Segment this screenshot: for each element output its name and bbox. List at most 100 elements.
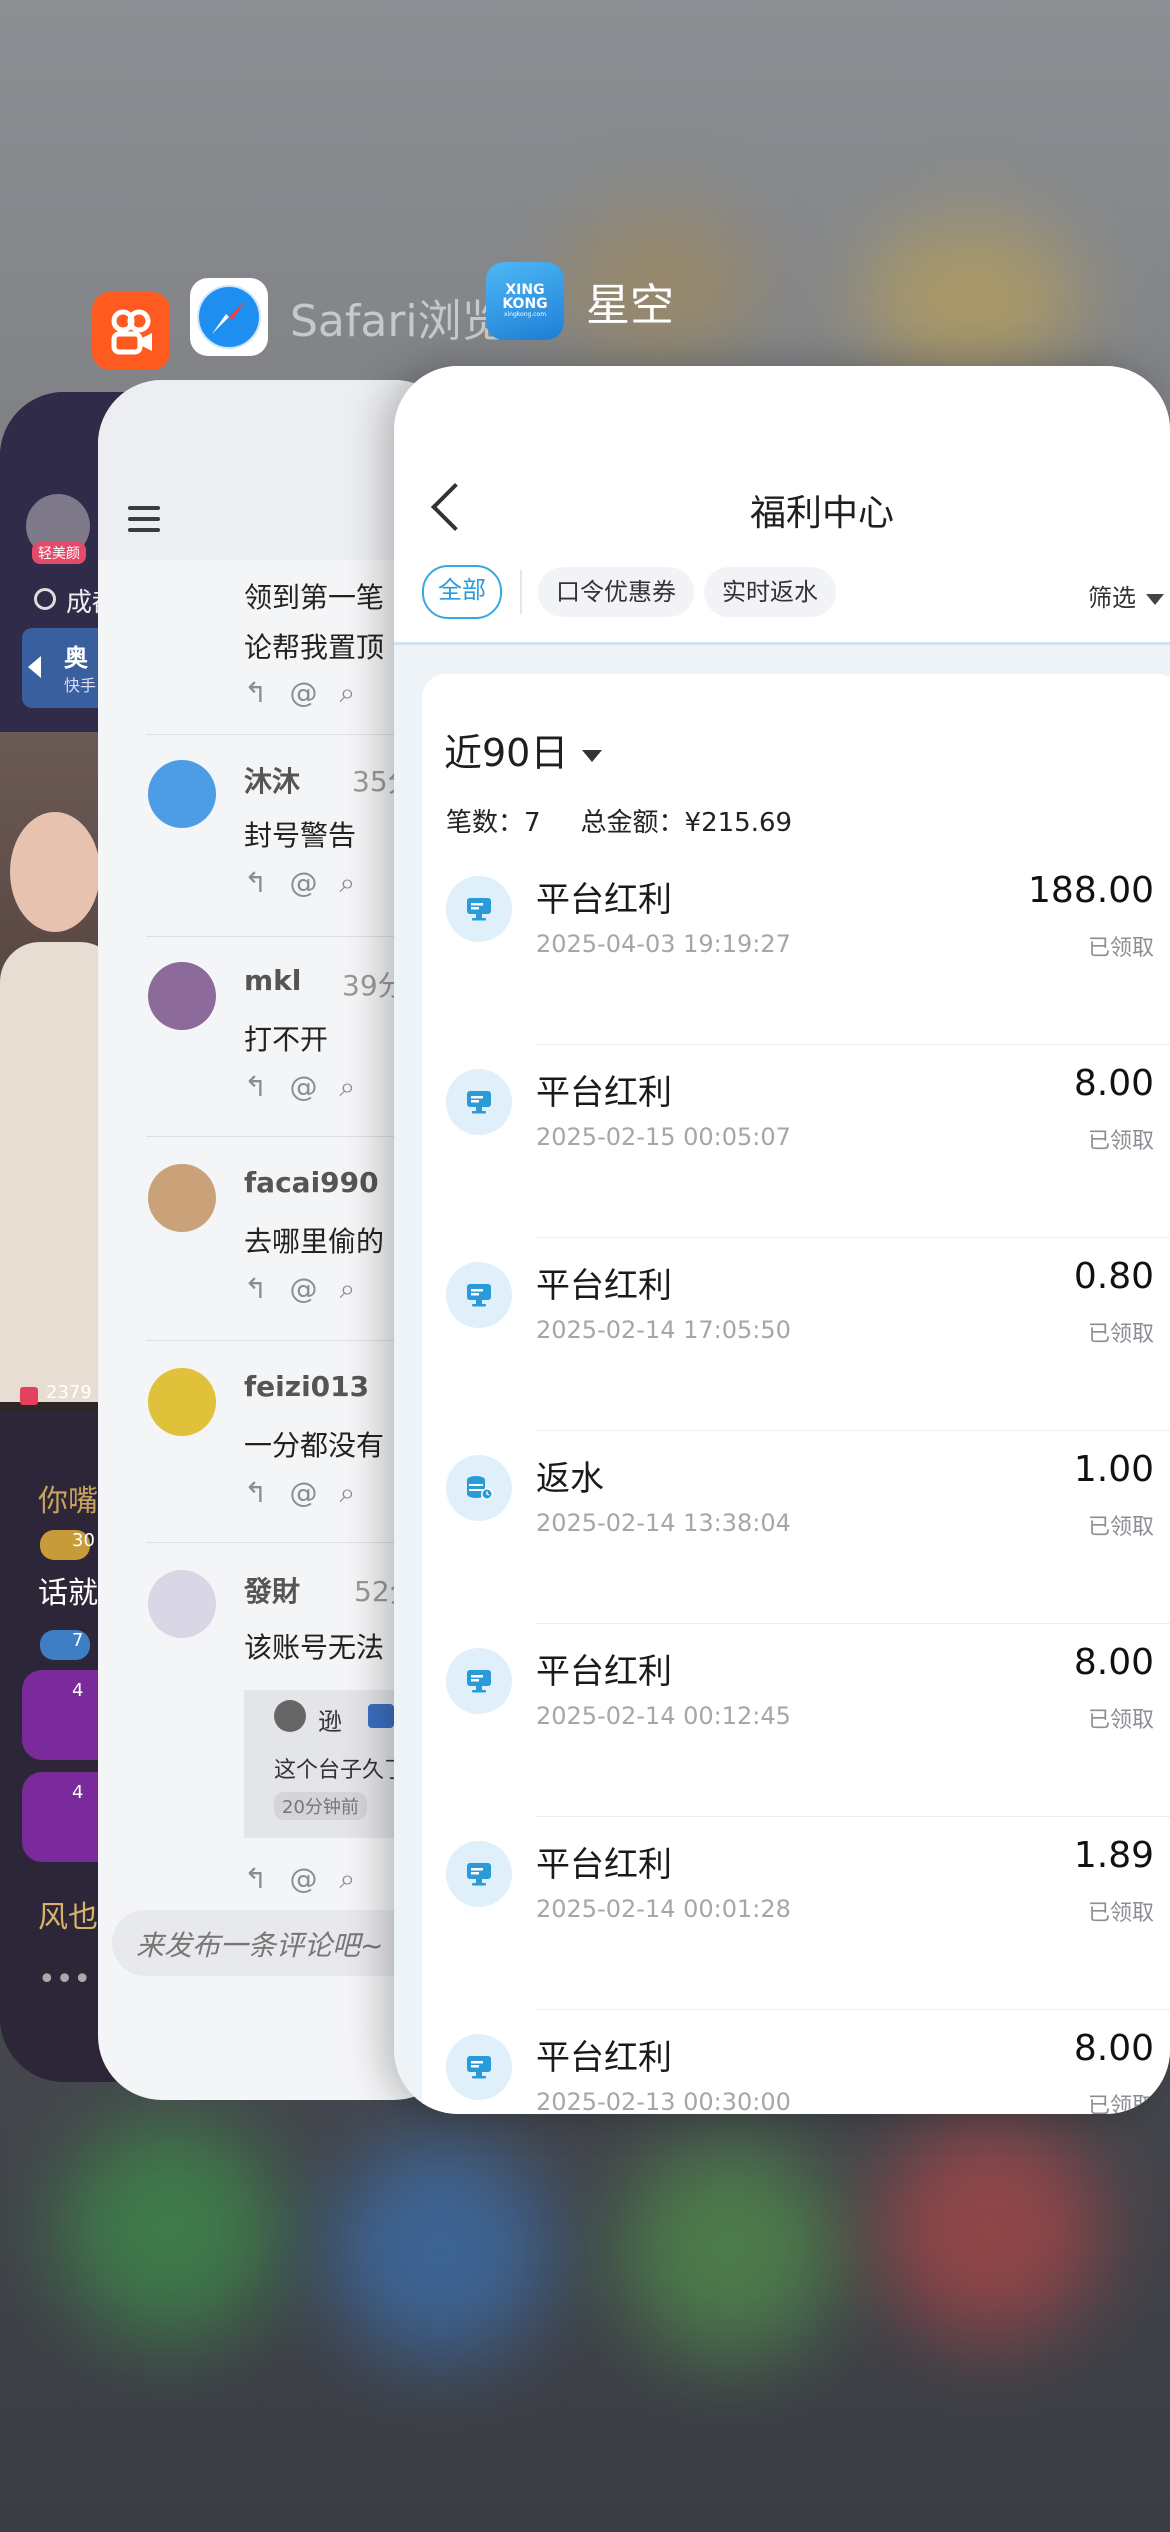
comment-text: 领到第一笔 — [244, 581, 385, 614]
monitor-icon — [446, 2034, 512, 2100]
chevron-left-icon — [28, 656, 41, 678]
play-icon — [368, 1704, 394, 1728]
transaction-amount: 1.89 — [1073, 1835, 1154, 1876]
tab-coupon[interactable]: 口令优惠券 — [538, 567, 694, 617]
period-selector[interactable]: 近90日 — [444, 722, 603, 777]
xingkong-app-label[interactable]: XING KONG xingkong.com 星空 — [486, 262, 674, 340]
transactions-panel: 近90日 笔数：7 总金额：¥215.69 平台红利 2025-04-03 19:1… — [422, 674, 1170, 2114]
badge-count: 4 — [72, 1680, 84, 1701]
comment-username: feizi013 — [244, 1370, 370, 1403]
kuaishou-app-icon — [92, 292, 170, 370]
transaction-amount: 1.00 — [1073, 1449, 1154, 1490]
summary-row: 笔数：7 总金额：¥215.69 — [446, 802, 792, 839]
transaction-amount: 8.00 — [1073, 2028, 1154, 2069]
caret-down-icon — [582, 749, 603, 762]
transaction-row[interactable]: 平台红利 2025-02-15 00:05:07 8.00 已领取 — [422, 1045, 1170, 1238]
comment-text: 该账号无法 — [244, 1631, 385, 1664]
banner-subtitle: 快手 — [64, 676, 97, 695]
transaction-title: 平台红利 — [536, 1652, 672, 1692]
wallpaper-blob — [330, 2140, 550, 2360]
transaction-row[interactable]: 平台红利 2025-02-14 00:01:28 1.89 已领取 — [422, 1817, 1170, 2010]
xingkong-icon-url: xingkong.com — [503, 311, 547, 318]
comment-username: 發財 — [244, 1575, 301, 1608]
comment-text: 封号警告 — [244, 819, 357, 852]
banner-title: 奥 — [64, 644, 88, 672]
badge-count: 4 — [72, 1782, 84, 1803]
page-header: 福利中心 全部 口令优惠券 实时返水 筛选 — [394, 366, 1170, 645]
transaction-date: 2025-02-15 00:05:07 — [536, 1123, 791, 1151]
safari-app-name: Safari浏览 — [290, 296, 506, 347]
wallpaper-blob — [880, 2120, 1100, 2340]
period-label: 近90日 — [444, 731, 569, 775]
monitor-icon — [446, 1262, 512, 1328]
comment-actions[interactable]: ↰@⌕ — [244, 1476, 377, 1510]
transaction-row[interactable]: 平台红利 2025-02-14 17:05:50 0.80 已领取 — [422, 1238, 1170, 1431]
avatar — [148, 1570, 216, 1638]
beauty-tag: 轻美颜 — [32, 542, 86, 564]
transaction-title: 平台红利 — [536, 880, 672, 920]
transaction-date: 2025-02-14 00:01:28 — [536, 1895, 791, 1923]
quote-time: 20分钟前 — [274, 1792, 367, 1820]
menu-icon[interactable] — [128, 506, 160, 532]
avatar — [148, 1368, 216, 1436]
transaction-status: 已领取 — [1087, 1901, 1154, 1926]
clock-icon — [34, 588, 56, 610]
transaction-amount: 188.00 — [1028, 870, 1154, 911]
transaction-title: 平台红利 — [536, 2038, 672, 2078]
transaction-title: 平台红利 — [536, 1073, 672, 1113]
avatar — [148, 962, 216, 1030]
avatar — [274, 1700, 306, 1732]
transaction-status: 已领取 — [1087, 1129, 1154, 1154]
comment-actions[interactable]: ↰@⌕ — [244, 676, 377, 710]
transaction-status: 已领取 — [1087, 1322, 1154, 1347]
chat-line: 风也 — [38, 1900, 98, 1935]
comment-actions[interactable]: ↰@⌕ — [244, 1272, 377, 1306]
kuaishou-app-label[interactable] — [92, 292, 170, 370]
tab-divider — [520, 570, 522, 614]
comment-text: 论帮我置顶 — [244, 631, 385, 664]
monitor-icon — [446, 1069, 512, 1135]
transaction-amount: 8.00 — [1073, 1642, 1154, 1683]
comment-username: 沐沐 — [244, 765, 301, 798]
transaction-row[interactable]: 平台红利 2025-02-14 00:12:45 8.00 已领取 — [422, 1624, 1170, 1817]
quote-text: 这个台子久了 — [274, 1758, 407, 1783]
transaction-date: 2025-04-03 19:19:27 — [536, 930, 791, 958]
comment-text: 打不开 — [244, 1023, 329, 1056]
gift-icon — [20, 1387, 38, 1405]
transaction-amount: 0.80 — [1073, 1256, 1154, 1297]
coins-icon — [446, 1455, 512, 1521]
more-icon: ••• — [38, 1962, 92, 1997]
transaction-status: 已领取 — [1087, 2094, 1154, 2114]
filter-tabs: 全部 口令优惠券 实时返水 — [422, 565, 846, 619]
transaction-title: 平台红利 — [536, 1845, 672, 1885]
comment-actions[interactable]: ↰@⌕ — [244, 1070, 377, 1104]
wallpaper-blob — [860, 220, 1080, 380]
page-title: 福利中心 — [749, 493, 894, 534]
transaction-row[interactable]: 平台红利 2025-02-13 00:30:00 8.00 已领取 — [422, 2010, 1170, 2114]
transaction-row[interactable]: 返水 2025-02-14 13:38:04 1.00 已领取 — [422, 1431, 1170, 1624]
monitor-icon — [446, 1648, 512, 1714]
caret-down-icon — [1146, 593, 1164, 605]
xingkong-app-card[interactable]: 福利中心 全部 口令优惠券 实时返水 筛选 近90日 笔数：7 总金额：¥215.… — [394, 366, 1170, 2114]
wallpaper-blob — [620, 2140, 840, 2360]
filter-button[interactable]: 筛选 — [1088, 578, 1164, 613]
xingkong-app-icon: XING KONG xingkong.com — [486, 262, 564, 340]
safari-app-label[interactable]: Safari浏览 — [190, 278, 506, 356]
badge-count: 30 — [72, 1530, 95, 1551]
transaction-row[interactable]: 平台红利 2025-04-03 19:19:27 188.00 已领取 — [422, 852, 1170, 1045]
quote-username: 逊 — [318, 1708, 342, 1736]
transaction-status: 已领取 — [1087, 936, 1154, 961]
transaction-date: 2025-02-14 17:05:50 — [536, 1316, 791, 1344]
transaction-title: 平台红利 — [536, 1266, 672, 1306]
transaction-amount: 8.00 — [1073, 1063, 1154, 1104]
wallpaper-blob — [60, 2120, 280, 2340]
comment-actions[interactable]: ↰@⌕ — [244, 866, 377, 900]
comment-actions[interactable]: ↰@⌕ — [244, 1862, 377, 1896]
tab-rebate[interactable]: 实时返水 — [704, 567, 836, 617]
badge-count: 7 — [72, 1630, 84, 1651]
gift-count: 2379 — [46, 1382, 92, 1403]
xingkong-icon-line1: XING — [505, 282, 545, 298]
transaction-status: 已领取 — [1087, 1515, 1154, 1540]
tab-all[interactable]: 全部 — [422, 565, 502, 619]
comment-placeholder: 来发布一条评论吧~ — [136, 1929, 384, 1962]
